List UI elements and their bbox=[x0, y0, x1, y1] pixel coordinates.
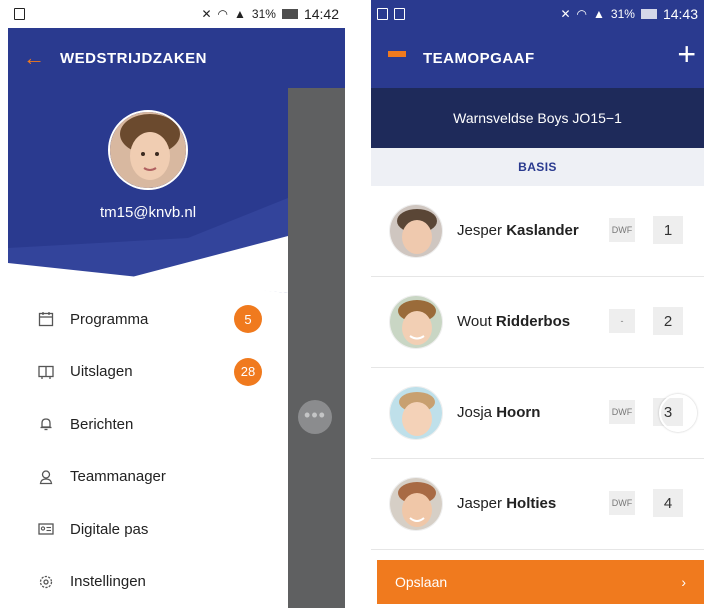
user-email: tm15@knvb.nl bbox=[99, 204, 197, 221]
list-item[interactable]: Wout Ridderbos - 2 bbox=[371, 277, 704, 368]
scoreboard-icon bbox=[36, 363, 56, 381]
menu-item-digitale-pas[interactable]: Digitale pas bbox=[8, 503, 288, 556]
menu-item-label: Teammanager bbox=[70, 468, 166, 486]
count-badge: 5 bbox=[234, 305, 262, 334]
player-name: Josja Hoorn bbox=[457, 404, 540, 421]
player-first-name: Wout bbox=[457, 313, 492, 330]
image-icon bbox=[377, 8, 388, 20]
menu-item-instellingen[interactable]: Instellingen bbox=[8, 556, 288, 608]
sim-icon bbox=[394, 8, 405, 20]
status-time: 14:43 bbox=[662, 6, 698, 22]
player-tag[interactable]: DWF bbox=[609, 218, 635, 242]
shirt-number[interactable]: 2 bbox=[653, 307, 683, 335]
drawer-scrim[interactable] bbox=[288, 88, 345, 608]
menu-item-label: Digitale pas bbox=[70, 520, 149, 538]
avatar bbox=[389, 204, 443, 258]
player-last-name: Ridderbos bbox=[495, 313, 571, 330]
avatar bbox=[389, 386, 443, 440]
menu-item-uitslagen[interactable]: Uitslagen 28 bbox=[8, 346, 288, 399]
player-tag[interactable]: - bbox=[609, 309, 635, 333]
player-name: Jesper Kaslander bbox=[457, 222, 579, 239]
player-last-name: Holties bbox=[506, 495, 557, 512]
battery-percent: 31% bbox=[610, 7, 635, 21]
bell-icon bbox=[36, 415, 56, 433]
list-item[interactable]: Josja Hoorn DWF 3 bbox=[371, 368, 704, 459]
shirt-number[interactable]: 4 bbox=[653, 489, 683, 517]
player-last-name: Kaslander bbox=[506, 222, 579, 239]
menu-item-berichten[interactable]: Berichten bbox=[8, 398, 288, 451]
calendar-icon bbox=[36, 310, 56, 328]
mute-icon: ✕ bbox=[560, 7, 571, 21]
signal-icon: ▲ bbox=[234, 7, 246, 21]
menu-item-label: Berichten bbox=[70, 415, 134, 433]
signal-icon: ▲ bbox=[593, 7, 605, 21]
chevron-right-icon: › bbox=[681, 574, 686, 590]
wifi-icon: ◠ bbox=[217, 7, 229, 21]
menu-item-label: Programma bbox=[70, 310, 149, 328]
page-title: TEAMOPGAAF bbox=[423, 49, 535, 67]
menu-item-label: Uitslagen bbox=[70, 363, 133, 381]
status-bar: ✕ ◠ ▲ 31% 14:42 bbox=[8, 0, 345, 28]
player-first-name: Jasper bbox=[457, 495, 503, 512]
player-tag[interactable]: DWF bbox=[609, 491, 635, 515]
menu-item-programma[interactable]: Programma 5 bbox=[8, 293, 288, 346]
right-screen: ✕ ◠ ▲ 31% 14:43 TEAMOPGAAF + Warnsveldse… bbox=[371, 0, 704, 608]
left-screen: ✕ ◠ ▲ 31% 14:42 ← WEDSTRIJDZAKEN tm15@kn… bbox=[8, 0, 345, 608]
avatar bbox=[389, 295, 443, 349]
app-bar: ← WEDSTRIJDZAKEN bbox=[8, 28, 345, 88]
section-header: BASIS bbox=[371, 148, 704, 186]
gear-icon bbox=[36, 573, 56, 591]
hamburger-icon[interactable] bbox=[371, 51, 423, 65]
id-card-icon bbox=[36, 520, 56, 538]
app-bar: TEAMOPGAAF + bbox=[371, 28, 704, 88]
person-icon bbox=[36, 468, 56, 486]
list-item[interactable]: Jasper Holties DWF 4 bbox=[371, 459, 704, 550]
list-item[interactable]: Jesper Kaslander DWF 1 bbox=[371, 186, 704, 277]
page-title: WEDSTRIJDZAKEN bbox=[60, 49, 208, 67]
menu-item-label: Instellingen bbox=[70, 573, 146, 591]
player-last-name: Hoorn bbox=[496, 404, 541, 421]
drawer-menu: Programma 5 Uitslagen 28 Berichten Teamm… bbox=[8, 293, 288, 608]
wifi-icon: ◠ bbox=[576, 7, 588, 21]
battery-icon bbox=[640, 9, 657, 19]
arrow-left-icon[interactable]: ← bbox=[8, 45, 60, 71]
player-list: Jesper Kaslander DWF 1 Wout Ridderbos - … bbox=[371, 186, 704, 550]
avatar[interactable] bbox=[108, 110, 188, 190]
player-first-name: Jesper bbox=[457, 222, 503, 239]
player-name: Jasper Holties bbox=[457, 495, 556, 512]
team-name: Warnsveldse Boys JO15−1 bbox=[371, 88, 704, 148]
touch-indicator bbox=[659, 394, 697, 432]
plus-icon[interactable]: + bbox=[677, 36, 696, 73]
save-button[interactable]: Opslaan › bbox=[377, 560, 704, 604]
player-name: Wout Ridderbos bbox=[457, 313, 570, 330]
save-button-label: Opslaan bbox=[395, 574, 448, 590]
count-badge: 28 bbox=[234, 357, 262, 386]
menu-item-teammanager[interactable]: Teammanager bbox=[8, 451, 288, 504]
profile-header: tm15@knvb.nl bbox=[8, 88, 288, 293]
shirt-number[interactable]: 1 bbox=[653, 216, 683, 244]
status-bar: ✕ ◠ ▲ 31% 14:43 bbox=[371, 0, 704, 28]
battery-icon bbox=[281, 9, 298, 19]
status-time: 14:42 bbox=[303, 6, 339, 22]
avatar bbox=[389, 477, 443, 531]
player-first-name: Josja bbox=[457, 404, 493, 421]
battery-percent: 31% bbox=[251, 7, 276, 21]
sim-icon bbox=[14, 8, 25, 20]
mute-icon: ✕ bbox=[201, 7, 212, 21]
more-dots-icon[interactable]: ••• bbox=[298, 400, 332, 434]
player-tag[interactable]: DWF bbox=[609, 400, 635, 424]
